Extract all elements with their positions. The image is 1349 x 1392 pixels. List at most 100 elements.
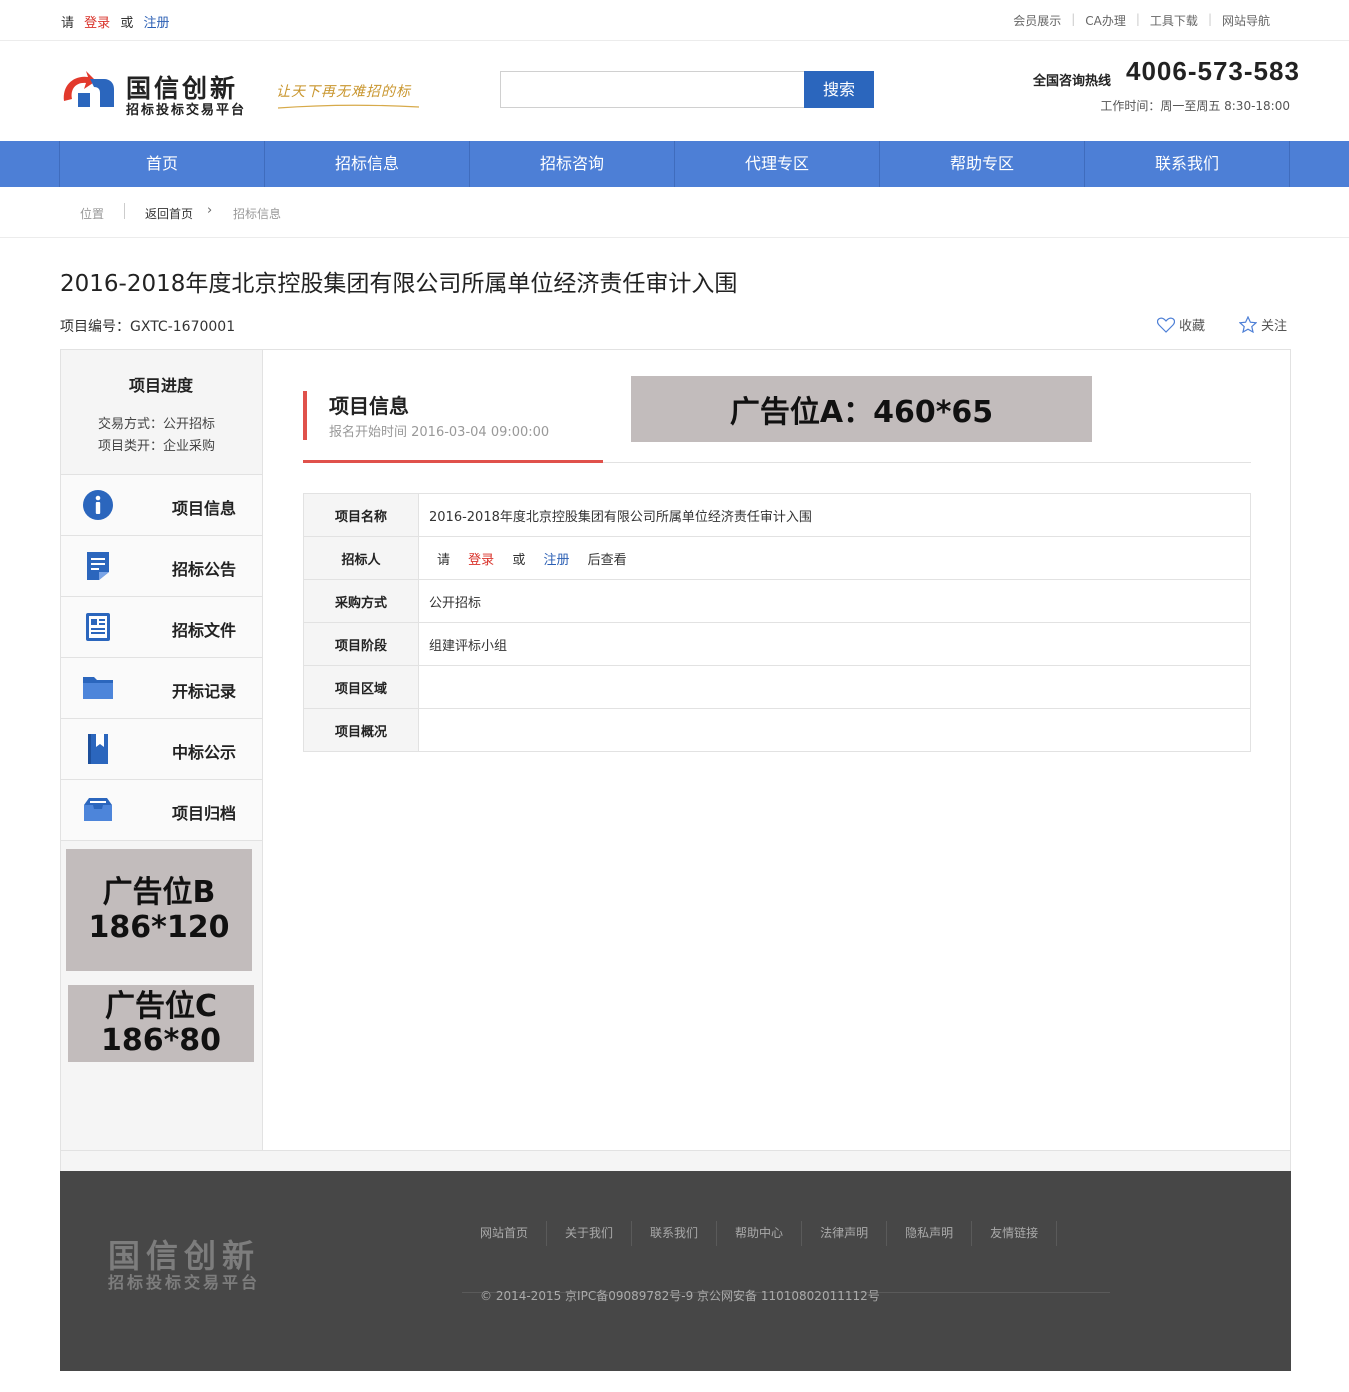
row-key: 招标人 <box>303 536 419 580</box>
bidder-register-link[interactable]: 注册 <box>543 553 569 568</box>
ad-slot-a[interactable]: 广告位A：460*65 <box>631 376 1092 442</box>
sidebar-item-tender-notice[interactable]: 招标公告 <box>61 535 262 596</box>
progress-title: 项目进度 <box>128 376 193 395</box>
section-title: 项目信息 <box>329 394 409 418</box>
trade-mode: 交易方式：公开招标 <box>98 417 216 432</box>
sidebar-item-bid-opening[interactable]: 开标记录 <box>61 657 262 718</box>
work-time: 工作时间：周一至周五 8:30-18:00 <box>1100 99 1290 113</box>
site-map-link[interactable]: 网站导航 <box>1212 12 1280 29</box>
member-showcase-link[interactable]: 会员展示 <box>1003 12 1071 29</box>
ad-b-line1: 广告位B <box>102 875 216 910</box>
bidder-login-link[interactable]: 登录 <box>468 553 494 568</box>
document-icon <box>87 552 109 580</box>
file-icon <box>86 613 110 641</box>
row-key: 项目阶段 <box>303 622 419 666</box>
please-text: 请 <box>61 16 75 31</box>
ad-b-line2: 186*120 <box>88 910 230 945</box>
logo-subtitle: 招标投标交易平台 <box>126 103 247 118</box>
slogan: 让天下再无难招的标 <box>276 84 411 100</box>
table-row: 项目区域 <box>303 665 1251 709</box>
sidebar-item-project-archive[interactable]: 项目归档 <box>61 779 262 840</box>
nav-tender-info[interactable]: 招标信息 <box>265 141 470 187</box>
sidebar-item-label: 项目信息 <box>172 499 237 518</box>
register-link[interactable]: 注册 <box>143 16 169 31</box>
breadcrumb-current[interactable]: 招标信息 <box>233 205 281 222</box>
sidebar: 项目进度 交易方式：公开招标 项目类开：企业采购 项目信息 招标公告 招标文件 … <box>61 350 263 1150</box>
info-icon <box>83 490 113 520</box>
nav-tender-consult[interactable]: 招标咨询 <box>470 141 675 187</box>
heart-icon <box>1157 317 1175 333</box>
content-area: 项目信息 报名开始时间 2016-03-04 09:00:00 广告位A：460… <box>303 350 1251 1150</box>
footer-link-legal[interactable]: 法律声明 <box>802 1221 888 1246</box>
top-links: 会员展示 | CA办理 | 工具下载 | 网站导航 <box>1003 12 1280 29</box>
nav-contact[interactable]: 联系我们 <box>1085 141 1290 187</box>
row-key: 项目概况 <box>303 708 419 752</box>
ad-c-line2: 186*80 <box>100 1022 222 1058</box>
bookmark-icon <box>88 734 108 764</box>
nav-agent-zone[interactable]: 代理专区 <box>675 141 880 187</box>
footer: 国信创新 招标投标交易平台 网站首页 关于我们 联系我们 帮助中心 法律声明 隐… <box>60 1171 1291 1371</box>
hotline-label: 全国咨询热线 <box>1033 74 1112 89</box>
nav-help-zone[interactable]: 帮助专区 <box>880 141 1085 187</box>
divider <box>124 203 125 219</box>
search-input[interactable] <box>500 71 805 108</box>
divider <box>603 462 1251 463</box>
project-category: 项目类开：企业采购 <box>98 439 216 454</box>
follow-button[interactable]: 关注 <box>1239 315 1287 334</box>
please-text: 请 <box>437 552 451 568</box>
row-value <box>418 708 1251 752</box>
footer-links: 网站首页 关于我们 联系我们 帮助中心 法律声明 隐私声明 友情链接 <box>462 1221 1110 1293</box>
site-logo[interactable]: 国信创新 招标投标交易平台 <box>60 69 260 118</box>
breadcrumb-home-link[interactable]: 返回首页 <box>145 205 193 222</box>
sidebar-item-label: 开标记录 <box>172 682 237 701</box>
sidebar-item-award-notice[interactable]: 中标公示 <box>61 718 262 779</box>
login-link[interactable]: 登录 <box>84 16 110 31</box>
table-row: 招标人 请 登录 或 注册 后查看 <box>303 536 1251 580</box>
row-value: 组建评标小组 <box>418 622 1251 666</box>
main-panel: 项目进度 交易方式：公开招标 项目类开：企业采购 项目信息 招标公告 招标文件 … <box>60 349 1291 1151</box>
sidebar-item-label: 中标公示 <box>172 743 237 762</box>
footer-link-home[interactable]: 网站首页 <box>462 1221 548 1246</box>
project-info-table: 项目名称 2016-2018年度北京控股集团有限公司所属单位经济责任审计入围 招… <box>303 493 1251 752</box>
slogan-underline-icon <box>277 104 420 109</box>
footer-link-privacy[interactable]: 隐私声明 <box>887 1221 973 1246</box>
footer-link-about[interactable]: 关于我们 <box>547 1221 633 1246</box>
section-header: 项目信息 报名开始时间 2016-03-04 09:00:00 <box>303 390 603 463</box>
login-hint: 请 登录 或 注册 <box>61 12 169 31</box>
tool-download-link[interactable]: 工具下载 <box>1140 12 1208 29</box>
row-value: 2016-2018年度北京控股集团有限公司所属单位经济责任审计入围 <box>418 493 1251 537</box>
footer-link-help[interactable]: 帮助中心 <box>717 1221 803 1246</box>
favorite-label: 收藏 <box>1179 319 1206 334</box>
hotline-number: 4006-573-583 <box>1126 56 1300 86</box>
footer-link-contact[interactable]: 联系我们 <box>632 1221 718 1246</box>
table-row: 项目名称 2016-2018年度北京控股集团有限公司所属单位经济责任审计入围 <box>303 493 1251 537</box>
footer-logo-subtitle: 招标投标交易平台 <box>108 1273 261 1292</box>
ad-slot-b[interactable]: 广告位B 186*120 <box>66 849 252 971</box>
star-icon <box>1239 316 1257 333</box>
main-nav: 首页 招标信息 招标咨询 代理专区 帮助专区 联系我们 <box>0 141 1349 187</box>
row-value: 公开招标 <box>418 579 1251 623</box>
ad-slot-c[interactable]: 广告位C 186*80 <box>68 985 254 1062</box>
page-title: 2016-2018年度北京控股集团有限公司所属单位经济责任审计入围 <box>60 271 738 297</box>
row-key: 项目名称 <box>303 493 419 537</box>
after-view-text: 后查看 <box>587 552 627 568</box>
footer-link-friends[interactable]: 友情链接 <box>972 1221 1058 1246</box>
ad-c-line1: 广告位C <box>104 988 218 1024</box>
favorite-button[interactable]: 收藏 <box>1157 315 1205 334</box>
nav-home[interactable]: 首页 <box>60 141 265 187</box>
sidebar-item-project-info[interactable]: 项目信息 <box>61 474 262 535</box>
sidebar-item-tender-file[interactable]: 招标文件 <box>61 596 262 657</box>
archive-icon <box>84 798 112 821</box>
row-key: 项目区域 <box>303 665 419 709</box>
ca-service-link[interactable]: CA办理 <box>1075 12 1136 29</box>
bidder-login-hint: 请 登录 或 注册 后查看 <box>418 536 1251 580</box>
sidebar-item-label: 招标公告 <box>172 560 237 579</box>
accent-bar <box>303 391 307 440</box>
table-row: 采购方式 公开招标 <box>303 579 1251 623</box>
search-button[interactable]: 搜索 <box>804 71 874 108</box>
sidebar-item-label: 项目归档 <box>172 804 237 823</box>
chevron-right-icon: › <box>207 203 213 218</box>
or-text: 或 <box>120 16 134 31</box>
divider <box>61 840 262 841</box>
or-text: 或 <box>512 552 526 568</box>
